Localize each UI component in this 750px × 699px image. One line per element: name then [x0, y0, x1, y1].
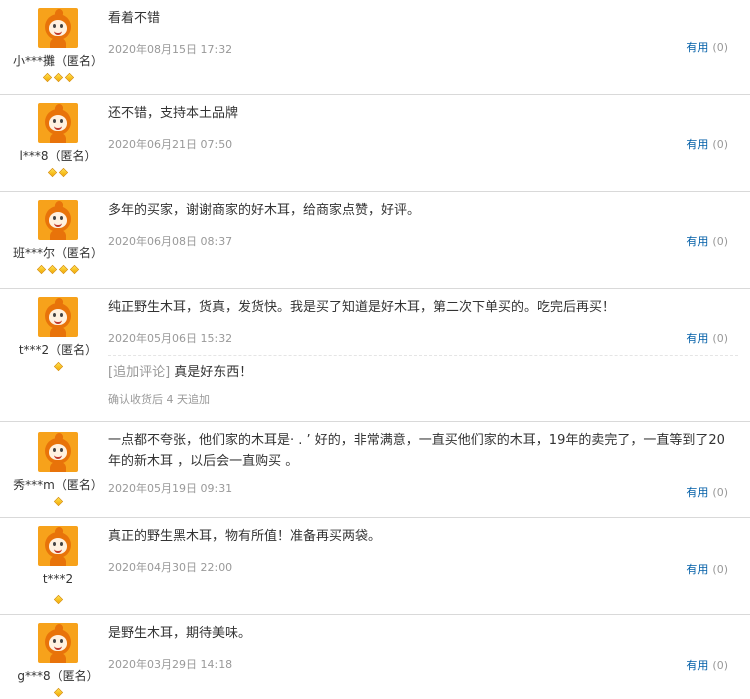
append-divider: [108, 355, 738, 356]
review-item: l***8（匿名） 还不错，支持本土品牌 2020年06月21日 07:50 有…: [0, 95, 750, 192]
diamond-icon: [69, 264, 80, 275]
review-date: 2020年06月08日 08:37: [108, 235, 233, 248]
user-level-badge: [0, 361, 116, 372]
user-avatar[interactable]: [38, 297, 78, 337]
append-text: 真是好东西！: [170, 365, 253, 380]
review-date: 2020年08月15日 17:32: [108, 43, 233, 56]
review-text: 看着不错: [108, 11, 161, 26]
useful-count: (0): [712, 563, 728, 576]
useful-count: (0): [712, 486, 728, 499]
diamond-icon: [53, 687, 63, 698]
review-user: t***2: [0, 526, 116, 605]
diamond-icon: [53, 594, 63, 605]
user-name: g***8（匿名）: [17, 669, 99, 683]
diamond-icon: [53, 361, 63, 372]
useful-count: (0): [712, 332, 728, 345]
useful-label[interactable]: 有用: [686, 138, 708, 151]
useful-label[interactable]: 有用: [686, 235, 708, 248]
review-user: l***8（匿名）: [0, 103, 116, 178]
user-avatar[interactable]: [38, 200, 78, 240]
review-date: 2020年05月06日 15:32: [108, 332, 233, 345]
review-content: 看着不错 2020年08月15日 17:32: [108, 8, 738, 57]
diamond-icon: [36, 264, 47, 275]
diamond-icon: [47, 264, 58, 275]
user-avatar[interactable]: [38, 526, 78, 566]
user-name: t***2（匿名）: [18, 343, 98, 357]
review-text: 纯正野生木耳，货真，发货快。我是买了知道是好木耳，第二次下单买的。吃完后再买！: [108, 300, 616, 315]
review-content: 多年的买家，谢谢商家的好木耳，给商家点赞，好评。 2020年06月08日 08:…: [108, 200, 738, 249]
review-item: g***8（匿名） 是野生木耳，期待美味。 2020年03月29日 14:18 …: [0, 615, 750, 699]
review-item: 小***攤（匿名） 看着不错 2020年08月15日 17:32 有用 (0): [0, 0, 750, 95]
append-comment: [追加评论] 真是好东西！: [108, 364, 738, 382]
useful-count: (0): [712, 41, 728, 54]
review-user: t***2（匿名）: [0, 297, 116, 372]
user-name: 班***尔（匿名）: [12, 246, 103, 260]
user-name: l***8（匿名）: [19, 149, 97, 163]
user-level-badge: [0, 496, 116, 507]
user-level-badge: [0, 72, 116, 83]
user-avatar[interactable]: [38, 432, 78, 472]
diamond-icon: [42, 72, 52, 83]
diamond-icon: [53, 72, 63, 83]
useful-count: (0): [712, 235, 728, 248]
user-avatar[interactable]: [38, 103, 78, 143]
review-item: 秀***m（匿名） 一点都不夸张，他们家的木耳是· . ’ 好的，非常满意，一直…: [0, 422, 750, 518]
review-user: g***8（匿名）: [0, 623, 116, 698]
user-avatar[interactable]: [38, 623, 78, 663]
review-content: 纯正野生木耳，货真，发货快。我是买了知道是好木耳，第二次下单买的。吃完后再买！ …: [108, 297, 738, 407]
user-level-badge: [0, 687, 116, 698]
review-content: 是野生木耳，期待美味。 2020年03月29日 14:18: [108, 623, 738, 672]
review-text: 一点都不夸张，他们家的木耳是· . ’ 好的，非常满意，一直买他们家的木耳，19…: [108, 433, 725, 469]
review-content: 一点都不夸张，他们家的木耳是· . ’ 好的，非常满意，一直买他们家的木耳，19…: [108, 430, 738, 496]
user-level-badge: [0, 167, 116, 178]
review-user: 小***攤（匿名）: [0, 8, 116, 83]
user-level-badge: [0, 594, 116, 605]
review-date: 2020年03月29日 14:18: [108, 658, 233, 671]
diamond-icon: [58, 264, 69, 275]
review-user: 秀***m（匿名）: [0, 432, 116, 507]
useful-button[interactable]: 有用 (0): [686, 39, 728, 55]
review-text: 是野生木耳，期待美味。: [108, 626, 252, 641]
useful-label[interactable]: 有用: [686, 659, 708, 672]
diamond-icon: [53, 496, 63, 507]
append-tag: [追加评论]: [108, 365, 171, 380]
useful-button[interactable]: 有用 (0): [686, 657, 728, 673]
review-content: 真正的野生黑木耳，物有所值！准备再买两袋。 2020年04月30日 22:00: [108, 526, 738, 575]
useful-button[interactable]: 有用 (0): [686, 330, 728, 346]
user-avatar[interactable]: [38, 8, 78, 48]
review-item: 班***尔（匿名） 多年的买家，谢谢商家的好木耳，给商家点赞，好评。 2020年…: [0, 192, 750, 289]
useful-count: (0): [712, 659, 728, 672]
useful-label[interactable]: 有用: [686, 563, 708, 576]
diamond-icon: [64, 72, 74, 83]
diamond-icon: [58, 167, 69, 178]
review-date: 2020年04月30日 22:00: [108, 561, 233, 574]
review-item: t***2 真正的野生黑木耳，物有所值！准备再买两袋。 2020年04月30日 …: [0, 518, 750, 615]
review-item: t***2（匿名） 纯正野生木耳，货真，发货快。我是买了知道是好木耳，第二次下单…: [0, 289, 750, 422]
user-name: 小***攤（匿名）: [12, 54, 103, 68]
user-level-badge: [0, 264, 116, 275]
review-text: 多年的买家，谢谢商家的好木耳，给商家点赞，好评。: [108, 203, 421, 218]
review-date: 2020年05月19日 09:31: [108, 482, 233, 495]
user-name: t***2: [42, 572, 74, 586]
review-list: 小***攤（匿名） 看着不错 2020年08月15日 17:32 有用 (0) l…: [0, 0, 750, 699]
review-date: 2020年06月21日 07:50: [108, 138, 233, 151]
useful-button[interactable]: 有用 (0): [686, 484, 728, 500]
user-name: 秀***m（匿名）: [13, 478, 103, 492]
append-note: 确认收货后 4 天追加: [108, 393, 210, 406]
useful-label[interactable]: 有用: [686, 486, 708, 499]
useful-label[interactable]: 有用: [686, 332, 708, 345]
useful-count: (0): [712, 138, 728, 151]
useful-button[interactable]: 有用 (0): [686, 233, 728, 249]
review-content: 还不错，支持本土品牌 2020年06月21日 07:50: [108, 103, 738, 152]
useful-button[interactable]: 有用 (0): [686, 561, 728, 577]
review-text: 真正的野生黑木耳，物有所值！准备再买两袋。: [108, 529, 382, 544]
useful-label[interactable]: 有用: [686, 41, 708, 54]
review-text: 还不错，支持本土品牌: [108, 106, 239, 121]
diamond-icon: [47, 167, 58, 178]
review-user: 班***尔（匿名）: [0, 200, 116, 275]
useful-button[interactable]: 有用 (0): [686, 136, 728, 152]
